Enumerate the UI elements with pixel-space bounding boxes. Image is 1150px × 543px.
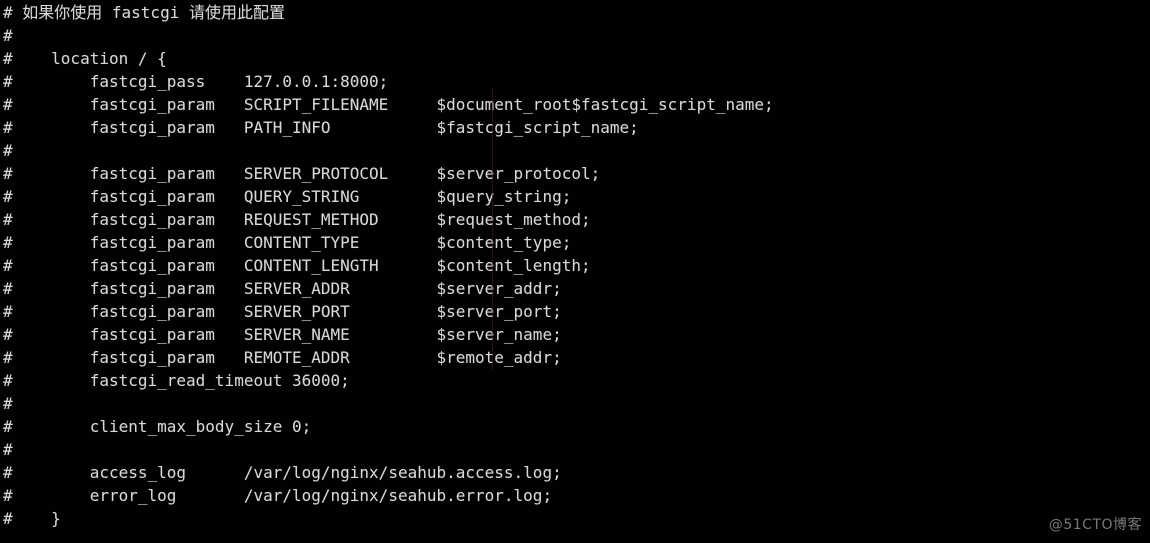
code-line: # fastcgi_pass 127.0.0.1:8000; [3, 72, 389, 91]
code-line: # 如果你使用 fastcgi 请使用此配置 [3, 3, 285, 22]
code-viewer: # 如果你使用 fastcgi 请使用此配置 # # location / { # f… [0, 0, 1150, 543]
code-line: # location / { [3, 49, 167, 68]
code-line: # } [3, 509, 61, 528]
code-line: # fastcgi_param SERVER_ADDR $server_addr… [3, 279, 562, 298]
code-line: # access_log /var/log/nginx/seahub.acces… [3, 463, 562, 482]
code-line: # [3, 440, 13, 459]
code-line: # fastcgi_param PATH_INFO $fastcgi_scrip… [3, 118, 639, 137]
code-line: # fastcgi_param REMOTE_ADDR $remote_addr… [3, 348, 562, 367]
code-line: # fastcgi_param SCRIPT_FILENAME $documen… [3, 95, 774, 114]
code-line: # [3, 394, 13, 413]
code-line: # fastcgi_param SERVER_PROTOCOL $server_… [3, 164, 601, 183]
code-line: # fastcgi_param QUERY_STRING $query_stri… [3, 187, 572, 206]
config-code-block[interactable]: # 如果你使用 fastcgi 请使用此配置 # # location / { # f… [3, 1, 774, 530]
site-watermark: @51CTO博客 [1048, 517, 1142, 533]
code-line: # fastcgi_param SERVER_NAME $server_name… [3, 325, 562, 344]
code-line: # [3, 26, 13, 45]
code-line: # fastcgi_param CONTENT_LENGTH $content_… [3, 256, 591, 275]
code-line: # [3, 141, 13, 160]
code-line: # client_max_body_size 0; [3, 417, 312, 436]
code-line: # fastcgi_param CONTENT_TYPE $content_ty… [3, 233, 572, 252]
code-line: # fastcgi_param SERVER_PORT $server_port… [3, 302, 562, 321]
code-line: # fastcgi_param REQUEST_METHOD $request_… [3, 210, 591, 229]
code-line: # error_log /var/log/nginx/seahub.error.… [3, 486, 553, 505]
code-line: # fastcgi_read_timeout 36000; [3, 371, 350, 390]
